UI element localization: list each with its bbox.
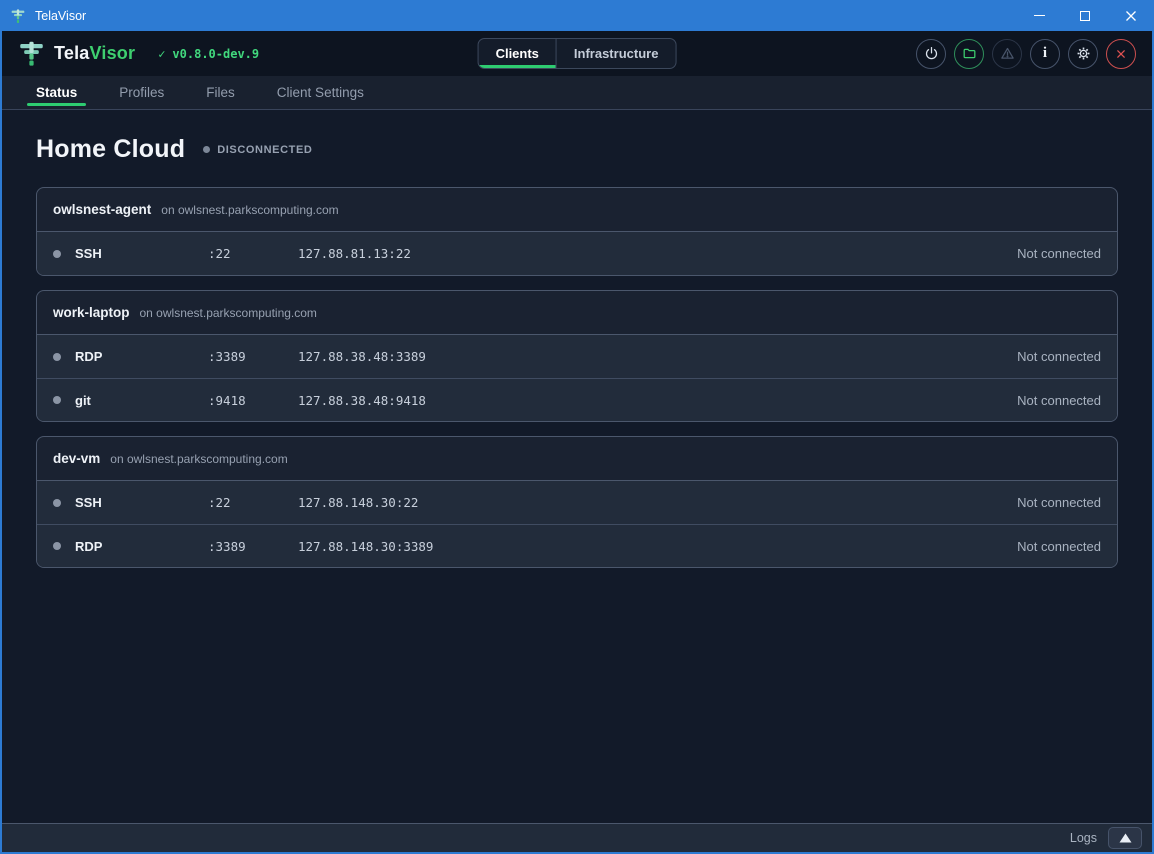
host-card-owlsnest-agent: owlsnest-agent on owlsnest.parkscomputing… [36, 187, 1118, 276]
maximize-button[interactable] [1062, 0, 1108, 31]
info-button[interactable]: i [1030, 39, 1060, 69]
host-card-work-laptop: work-laptop on owlsnest.parkscomputing.co… [36, 290, 1118, 422]
service-connection-status: Not connected [1017, 539, 1101, 554]
service-port: :22 [208, 495, 298, 510]
check-icon: ✓ [158, 47, 165, 61]
service-port: :3389 [208, 539, 298, 554]
service-row-ssh[interactable]: SSH:22127.88.81.13:22Not connected [37, 232, 1117, 275]
service-status-dot-icon [53, 353, 61, 361]
tab-bar: Status Profiles Files Client Settings [2, 76, 1152, 110]
power-button[interactable] [916, 39, 946, 69]
logs-expand-button[interactable] [1108, 827, 1142, 849]
service-address: 127.88.148.30:3389 [298, 539, 1017, 554]
window-controls [1016, 0, 1154, 31]
view-toggle: ClientsInfrastructure [478, 38, 677, 69]
tab-client-settings[interactable]: Client Settings [268, 76, 373, 109]
host-location: on owlsnest.parkscomputing.com [140, 306, 317, 320]
close-button[interactable] [1106, 39, 1136, 69]
close-icon [1125, 10, 1137, 22]
gear-icon [1076, 46, 1091, 61]
service-address: 127.88.148.30:22 [298, 495, 1017, 510]
brand-logo-icon [18, 40, 45, 67]
service-row-git[interactable]: git:9418127.88.38.48:9418Not connected [37, 378, 1117, 421]
brand-name: TelaVisor [54, 43, 135, 64]
warning-icon [1000, 46, 1015, 61]
connection-status-label: DISCONNECTED [217, 144, 312, 156]
service-port: :22 [208, 246, 298, 261]
host-card-header: work-laptop on owlsnest.parkscomputing.co… [37, 291, 1117, 335]
host-card-header: dev-vm on owlsnest.parkscomputing.com [37, 437, 1117, 481]
close-icon [1114, 47, 1128, 61]
close-window-button[interactable] [1108, 0, 1154, 31]
version: ✓ v0.8.0-dev.9 [158, 47, 259, 61]
service-name: SSH [75, 495, 208, 510]
titlebar: TelaVisor [0, 0, 1154, 31]
host-name: work-laptop [53, 305, 130, 320]
logs-label: Logs [1070, 831, 1097, 845]
host-location: on owlsnest.parkscomputing.com [161, 203, 338, 217]
service-address: 127.88.38.48:9418 [298, 393, 1017, 408]
info-icon: i [1043, 46, 1047, 61]
host-name: dev-vm [53, 451, 100, 466]
app-logo-icon [10, 8, 26, 24]
app-header: TelaVisor ✓ v0.8.0-dev.9 ClientsInfrastr… [2, 31, 1152, 76]
service-port: :9418 [208, 393, 298, 408]
window-title: TelaVisor [35, 9, 86, 23]
page-title: Home Cloud [36, 135, 185, 164]
folder-button[interactable] [954, 39, 984, 69]
minimize-icon [1034, 15, 1045, 16]
tab-profiles[interactable]: Profiles [110, 76, 173, 109]
view-toggle-clients[interactable]: Clients [479, 39, 556, 68]
view-toggle-infrastructure[interactable]: Infrastructure [556, 39, 676, 68]
service-status-dot-icon [53, 396, 61, 404]
warning-button [992, 39, 1022, 69]
service-connection-status: Not connected [1017, 495, 1101, 510]
tab-status[interactable]: Status [27, 76, 86, 109]
service-row-rdp[interactable]: RDP:3389127.88.38.48:3389Not connected [37, 335, 1117, 378]
service-row-ssh[interactable]: SSH:22127.88.148.30:22Not connected [37, 481, 1117, 524]
service-name: RDP [75, 539, 208, 554]
service-port: :3389 [208, 349, 298, 364]
service-name: RDP [75, 349, 208, 364]
folder-icon [962, 46, 977, 61]
main-content: Home Cloud DISCONNECTED owlsnest-agent on… [2, 110, 1152, 823]
service-status-dot-icon [53, 499, 61, 507]
maximize-icon [1080, 11, 1090, 21]
service-address: 127.88.38.48:3389 [298, 349, 1017, 364]
arrow-up-icon [1119, 833, 1132, 843]
service-connection-status: Not connected [1017, 349, 1101, 364]
status-dot-icon [203, 146, 210, 153]
brand: TelaVisor ✓ v0.8.0-dev.9 [18, 40, 259, 67]
host-location: on owlsnest.parkscomputing.com [110, 452, 287, 466]
service-row-rdp[interactable]: RDP:3389127.88.148.30:3389Not connected [37, 524, 1117, 567]
header-actions: i [916, 39, 1136, 69]
service-connection-status: Not connected [1017, 246, 1101, 261]
host-card-dev-vm: dev-vm on owlsnest.parkscomputing.com SSH:… [36, 436, 1118, 568]
host-card-header: owlsnest-agent on owlsnest.parkscomputing… [37, 188, 1117, 232]
version-label: v0.8.0-dev.9 [172, 47, 259, 61]
service-address: 127.88.81.13:22 [298, 246, 1017, 261]
power-icon [924, 46, 939, 61]
minimize-button[interactable] [1016, 0, 1062, 31]
page-head: Home Cloud DISCONNECTED [36, 135, 1118, 164]
footer-bar: Logs [2, 823, 1152, 852]
host-list: owlsnest-agent on owlsnest.parkscomputing… [36, 187, 1118, 568]
connection-status-badge: DISCONNECTED [203, 144, 312, 156]
service-connection-status: Not connected [1017, 393, 1101, 408]
gear-button[interactable] [1068, 39, 1098, 69]
service-name: git [75, 393, 208, 408]
host-name: owlsnest-agent [53, 202, 151, 217]
service-status-dot-icon [53, 542, 61, 550]
service-status-dot-icon [53, 250, 61, 258]
app-window: TelaVisor TelaVisor [0, 0, 1154, 854]
service-name: SSH [75, 246, 208, 261]
tab-files[interactable]: Files [197, 76, 244, 109]
